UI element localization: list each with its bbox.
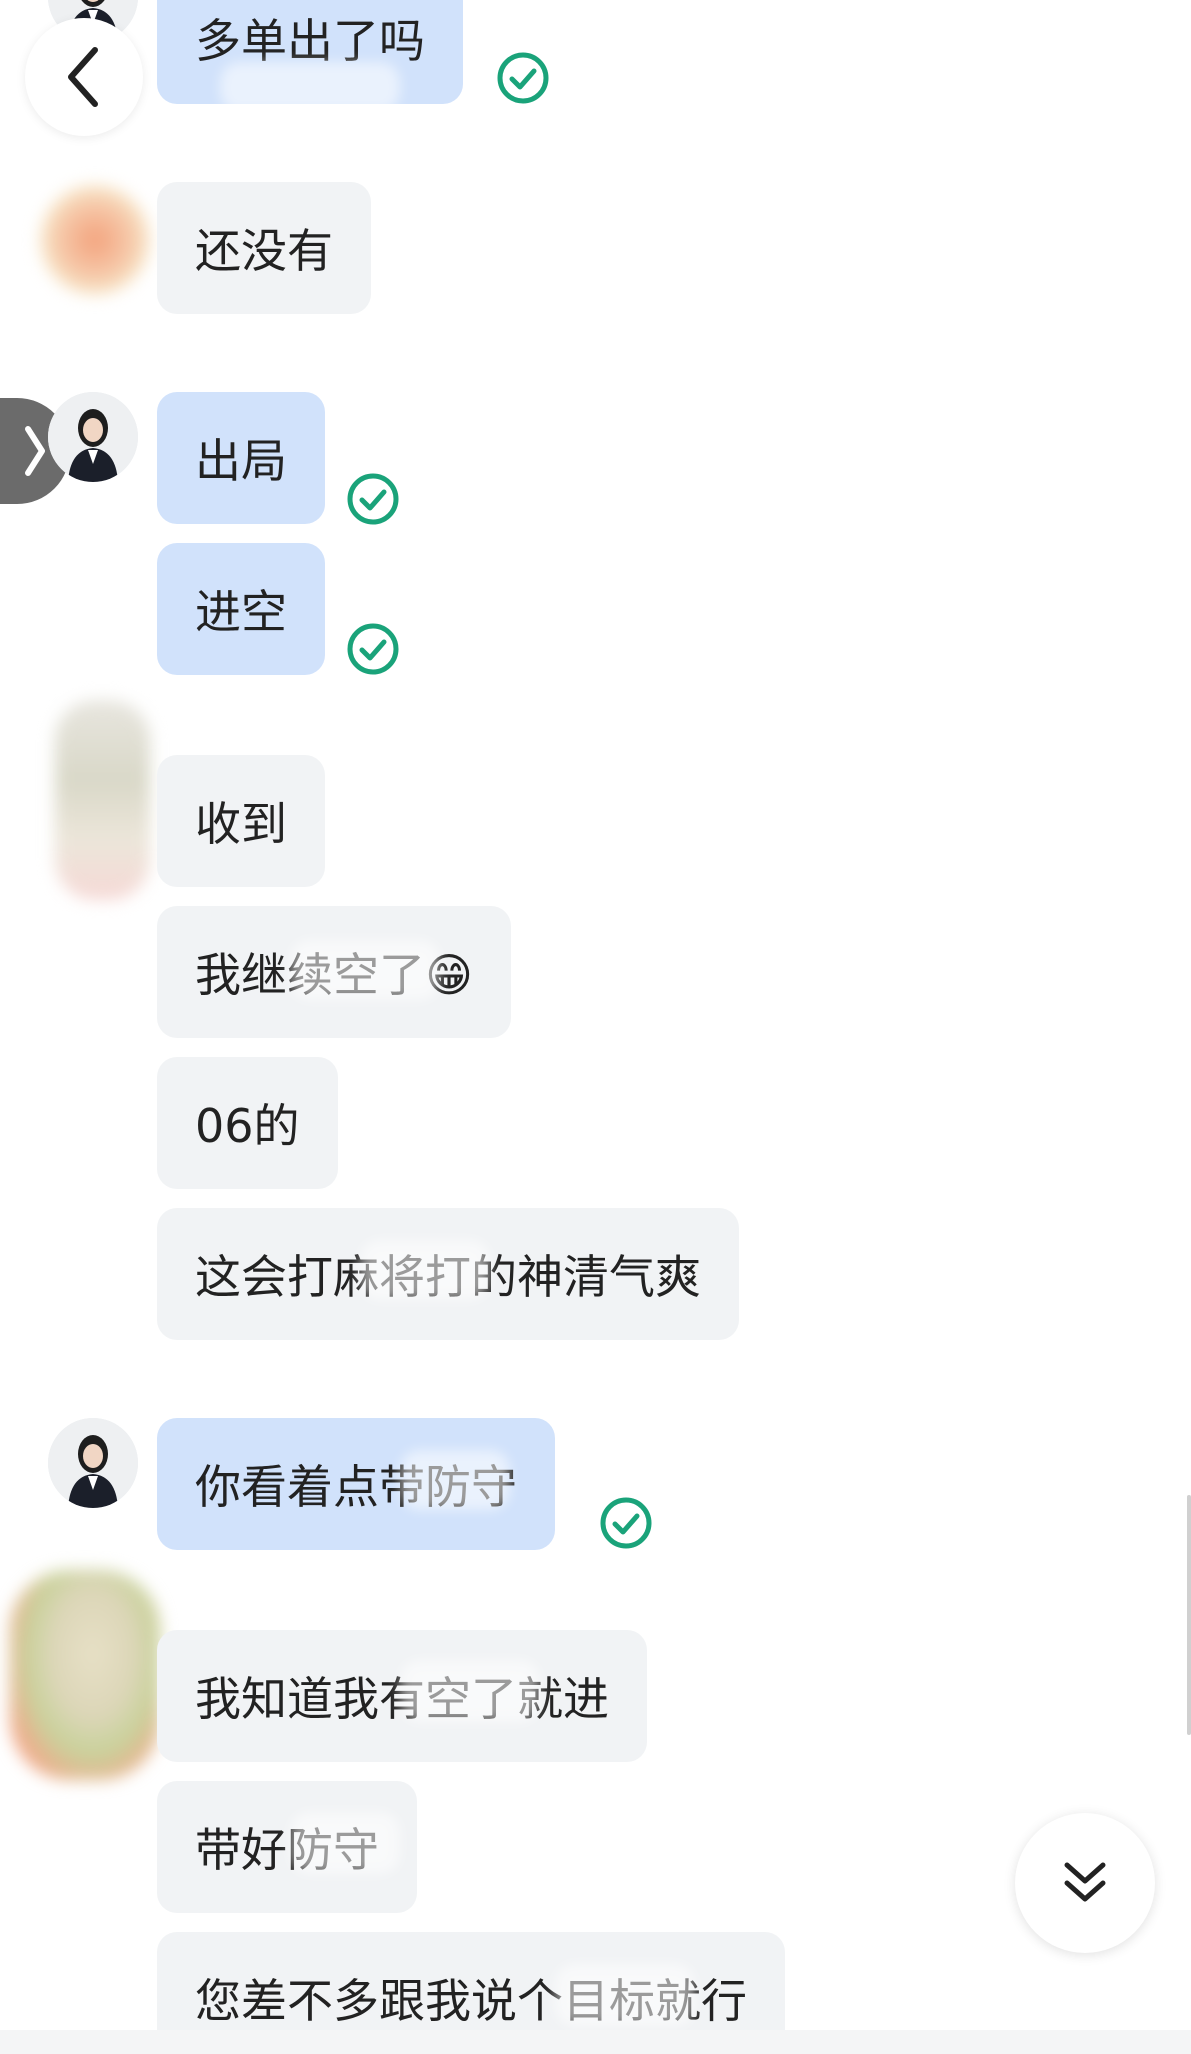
blur-redaction (400, 1450, 510, 1510)
message-text: 出局 (195, 434, 287, 488)
contact-avatar[interactable] (10, 1570, 160, 1780)
message-bubble-self[interactable]: 出局 (157, 392, 325, 524)
blur-redaction (220, 62, 400, 112)
double-chevron-down-icon (1064, 1862, 1106, 1902)
contact-avatar[interactable] (55, 700, 150, 900)
scrollbar[interactable] (1187, 1495, 1191, 1735)
message-bubble-other[interactable]: 06的 (157, 1057, 338, 1189)
message-bubble-other[interactable]: 收到 (157, 755, 325, 887)
blur-redaction (290, 1812, 400, 1874)
chevron-left-icon (68, 47, 98, 107)
portrait-image (48, 392, 138, 482)
chevron-right-icon (25, 426, 45, 476)
blur-redaction (360, 1240, 490, 1300)
portrait-image (48, 1418, 138, 1508)
message-text: 进空 (195, 585, 287, 639)
self-avatar[interactable] (48, 392, 138, 482)
back-button[interactable] (25, 18, 143, 136)
blur-redaction (400, 1660, 540, 1722)
contact-avatar[interactable] (40, 185, 150, 295)
self-avatar[interactable] (48, 1418, 138, 1508)
check-circle-icon (347, 473, 399, 525)
check-circle-icon (347, 623, 399, 675)
message-text: 收到 (195, 797, 287, 851)
check-circle-icon (600, 1497, 652, 1549)
message-bubble-self[interactable]: 进空 (157, 543, 325, 675)
check-circle-icon (497, 52, 549, 104)
message-bubble-other[interactable]: 还没有 (157, 182, 371, 314)
chat-screen: 多单出了吗 还没有 出局 进空 收到 06的 你看着点带防守 带好防守 您差不多… (0, 0, 1191, 2054)
blur-redaction (290, 940, 440, 1000)
bottom-bar-edge (0, 2030, 1191, 2054)
message-text: 06的 (195, 1099, 300, 1153)
message-text: 还没有 (195, 224, 333, 278)
scroll-to-bottom-button[interactable] (1015, 1813, 1155, 1953)
blur-redaction (555, 1964, 695, 2026)
